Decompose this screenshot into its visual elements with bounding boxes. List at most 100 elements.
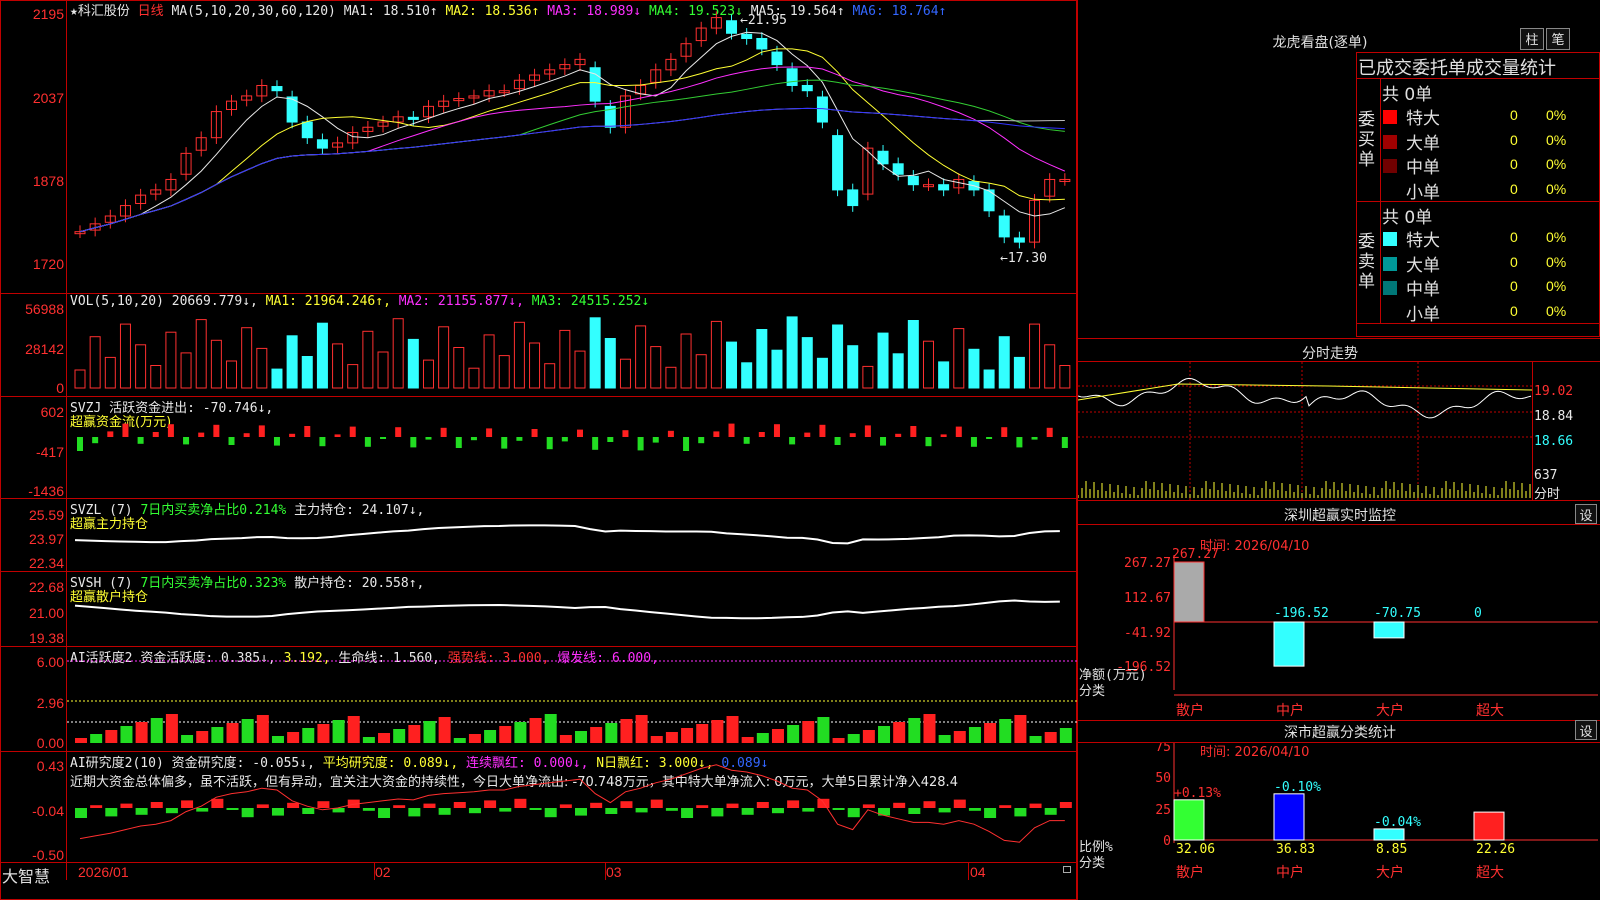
sell-total: 共 0单 — [1382, 208, 1433, 228]
activity-bar — [271, 736, 284, 743]
volume-bar — [680, 333, 692, 389]
flow-bar — [728, 423, 735, 437]
lhb-row-value: 0 — [1510, 107, 1518, 123]
research-bar — [999, 805, 1012, 808]
research-bar — [575, 808, 587, 816]
classify-y-label: 0 — [1163, 834, 1171, 849]
classify-value: 36.83 — [1276, 842, 1315, 857]
candle — [938, 184, 950, 191]
flow-bar — [804, 432, 811, 437]
research-bar — [1044, 808, 1057, 815]
volume-bar — [165, 331, 177, 389]
monitor-title: 深圳超赢实时监控 — [1284, 508, 1396, 524]
intraday-chart[interactable] — [1078, 362, 1533, 500]
vol-y-label: 0 — [56, 380, 64, 396]
activity-bar — [817, 717, 830, 743]
activity-bar — [847, 734, 860, 743]
classify-y-label: 50 — [1155, 771, 1171, 786]
research-bar — [271, 808, 284, 816]
brand-label: 大智慧 — [2, 867, 51, 886]
activity-bar — [423, 721, 436, 743]
research-bar — [817, 798, 830, 808]
flow-bar — [683, 437, 690, 451]
volume-bar — [271, 368, 283, 389]
candle — [726, 20, 738, 34]
lhb-row-label: 大单 — [1406, 133, 1440, 154]
research-bar — [1059, 802, 1072, 808]
flow-bar — [834, 437, 841, 445]
activity-bar — [605, 723, 618, 743]
volume-bar — [377, 351, 389, 389]
lhb-row-value: 0 — [1510, 131, 1518, 148]
flow-bar — [258, 425, 265, 437]
volume-bar — [938, 361, 950, 389]
classify-change: -0.10% — [1274, 780, 1321, 795]
activity-bar — [135, 722, 148, 743]
classify-settings-button[interactable]: 设 — [1575, 720, 1597, 740]
lhb-row-percent: 0% — [1546, 107, 1567, 123]
research-bar — [847, 808, 860, 818]
flow-bar — [986, 437, 993, 439]
monitor-settings-button[interactable]: 设 — [1575, 504, 1597, 524]
research-bar — [287, 802, 300, 808]
candle — [271, 86, 283, 92]
lhb-row-value: 0 — [1510, 229, 1518, 245]
lhb-row-label: 小单 — [1406, 304, 1440, 325]
volume-bar — [301, 356, 313, 389]
tick-view-button[interactable]: 笔 — [1546, 28, 1570, 50]
volume-bar — [968, 348, 980, 389]
volume-bar — [847, 345, 859, 389]
research-bar — [150, 802, 163, 808]
flow-bar — [304, 426, 311, 437]
legend-swatch — [1383, 159, 1397, 173]
main-position-chart — [74, 524, 1060, 545]
volume-bar — [574, 350, 586, 389]
candle — [892, 163, 904, 175]
candlestick-chart[interactable] — [67, 0, 1077, 293]
legend-swatch — [1383, 256, 1397, 271]
classify-bar — [1473, 811, 1505, 841]
flow-bar — [183, 437, 190, 445]
research-bar — [544, 808, 557, 818]
research-bar — [726, 803, 739, 808]
monitor-x-unit: 分类 — [1079, 684, 1105, 699]
activity-bar — [953, 731, 966, 743]
activity-bar — [514, 722, 527, 743]
activity-bar — [150, 718, 163, 743]
volume-bar — [407, 338, 419, 389]
research-bar — [953, 799, 966, 808]
activity-bar — [332, 720, 345, 743]
svsh-y-label: 21.00 — [28, 605, 64, 621]
research-bar — [362, 808, 375, 811]
flow-bar — [334, 434, 341, 437]
ma-line — [79, 48, 1065, 233]
volume-bar — [241, 327, 253, 389]
candle — [1013, 237, 1025, 243]
lhb-row-label: 特大 — [1406, 231, 1440, 251]
candle — [756, 37, 768, 50]
research-bar — [756, 802, 769, 808]
research-bar — [120, 803, 133, 808]
volume-bar — [559, 329, 571, 389]
lhb-row-percent: 0% — [1546, 180, 1567, 197]
classify-change: -0.04% — [1374, 815, 1421, 830]
research-bar — [135, 808, 148, 815]
flow-bar — [667, 430, 674, 437]
activity-bar — [756, 733, 769, 743]
flow-bar — [137, 437, 144, 444]
volume-bar — [922, 340, 934, 389]
volume-bar — [650, 346, 662, 389]
monitor-y-label: 112.67 — [1124, 591, 1171, 606]
flow-bar — [380, 437, 387, 439]
monitor-category: 大户 — [1376, 702, 1404, 719]
volume-bar — [832, 324, 844, 389]
retail-position-chart — [74, 599, 1060, 620]
bar-view-button[interactable]: 柱 — [1520, 28, 1544, 50]
date-label: 02 — [375, 864, 391, 880]
flow-bar — [864, 425, 871, 437]
volume-bar — [801, 337, 813, 389]
research-bar — [256, 804, 269, 808]
classify-category: 大户 — [1376, 864, 1404, 881]
research-bar — [696, 805, 709, 808]
flow-bar — [546, 437, 553, 450]
